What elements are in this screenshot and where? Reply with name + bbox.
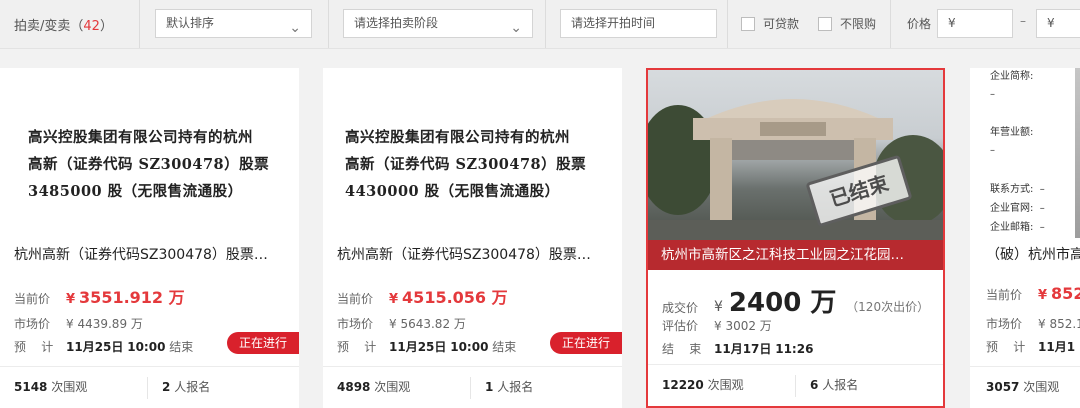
item-title[interactable]: 杭州高新（证券代码SZ300478）股票… — [337, 244, 609, 264]
divider — [727, 0, 728, 48]
signup-count: 6 人报名 — [810, 378, 859, 392]
current-price: ¥3551.912 万 — [66, 288, 185, 307]
status-badge: 正在进行 — [550, 332, 622, 354]
price-max-input[interactable]: ¥ — [1036, 9, 1080, 38]
chevron-down-icon: ⌄ — [510, 20, 522, 36]
ground — [648, 220, 943, 240]
document-text: 高兴控股集团有限公司持有的杭州 高新（证券代码 SZ300478）股票 3485… — [28, 129, 270, 200]
filter-bar: 拍卖/变卖（42） 默认排序 ⌄ 请选择拍卖阶段 ⌄ 请选择开拍时间 可贷款 不… — [0, 0, 1080, 49]
document-image[interactable]: 高兴控股集团有限公司持有的杭州 高新（证券代码 SZ300478）股票 4430… — [323, 68, 622, 238]
sort-select[interactable]: 默认排序 ⌄ — [155, 9, 312, 38]
auction-card[interactable]: 高兴控股集团有限公司持有的杭州 高新（证券代码 SZ300478）股票 4430… — [323, 68, 622, 408]
end-time-row: 预 计 11月25日 10:00 结束 — [14, 340, 194, 354]
market-price: ¥ 4439.89 万 — [66, 317, 143, 331]
chevron-down-icon: ⌄ — [289, 20, 301, 36]
market-price-row: 市场价 ¥ 5643.82 万 — [337, 317, 466, 331]
company-info-image[interactable]: 企业简称: – 年营业额: – 联系方式: – 企业官网: – 企业邮箱: – — [970, 68, 1080, 238]
market-price-row: 市场价 ¥ 852.1 — [986, 317, 1080, 331]
checkbox-box[interactable] — [818, 16, 832, 31]
bid-count: （120次出价） — [846, 300, 930, 314]
deal-price: ¥2400 万 — [714, 288, 837, 318]
divider — [139, 0, 140, 48]
gate-arch — [708, 99, 878, 118]
item-title[interactable]: 杭州高新（证券代码SZ300478）股票… — [14, 244, 286, 264]
divider — [328, 0, 329, 48]
end-time-row: 预 计 11月1 — [986, 340, 1076, 354]
property-photo — [1075, 68, 1080, 238]
item-title[interactable]: （破）杭州市高 — [986, 244, 1080, 264]
start-time-input[interactable]: 请选择开拍时间 — [560, 9, 717, 38]
price-min-input[interactable]: ¥ — [937, 9, 1013, 38]
document-image[interactable]: 高兴控股集团有限公司持有的杭州 高新（证券代码 SZ300478）股票 3485… — [0, 68, 299, 238]
auction-stage-select[interactable]: 请选择拍卖阶段 ⌄ — [343, 9, 533, 38]
divider — [470, 377, 471, 399]
appraised-price: ¥ 3002 万 — [714, 319, 772, 333]
view-count: 3057 次围观 — [986, 380, 1060, 394]
view-count: 12220 次围观 — [662, 378, 744, 392]
gate-sign — [760, 122, 826, 136]
auction-card[interactable]: 企业简称: – 年营业额: – 联系方式: – 企业官网: – 企业邮箱: – … — [970, 68, 1080, 408]
unlimited-purchase-checkbox[interactable]: 不限购 — [818, 15, 876, 32]
current-price-row: 当前价 ¥4515.056 万 — [337, 288, 508, 307]
gate-illustration — [648, 99, 943, 240]
gate-pillar — [710, 138, 732, 228]
divider — [890, 0, 891, 48]
market-price-row: 市场价 ¥ 4439.89 万 — [14, 317, 143, 331]
price-label: 价格 — [907, 17, 932, 31]
current-price: ¥852 — [1038, 284, 1080, 303]
auction-card-selected[interactable]: 已结束 杭州市高新区之江科技工业园之江花园… 成交价 ¥2400 万 （120次出… — [646, 68, 945, 408]
document-text: 高兴控股集团有限公司持有的杭州 高新（证券代码 SZ300478）股票 4430… — [345, 129, 587, 200]
loan-checkbox[interactable]: 可贷款 — [741, 15, 799, 32]
end-time-row: 预 计 11月25日 10:00 结束 — [337, 340, 517, 354]
auction-card[interactable]: 高兴控股集团有限公司持有的杭州 高新（证券代码 SZ300478）股票 3485… — [0, 68, 299, 408]
current-price: ¥4515.056 万 — [389, 288, 508, 307]
current-price-row: 当前价 ¥3551.912 万 — [14, 288, 185, 307]
view-count: 5148 次围观 — [14, 380, 88, 394]
signup-count: 2 人报名 — [162, 380, 211, 394]
item-title[interactable]: 杭州市高新区之江科技工业园之江花园… — [648, 240, 943, 270]
signup-count: 1 人报名 — [485, 380, 534, 394]
divider — [545, 0, 546, 48]
view-count: 4898 次围观 — [337, 380, 411, 394]
deal-price-row: 成交价 ¥2400 万 （120次出价） — [662, 288, 930, 318]
property-photo[interactable]: 已结束 — [648, 70, 943, 240]
card-footer: 5148 次围观 2 人报名 — [0, 366, 299, 408]
appraised-price-row: 评估价 ¥ 3002 万 — [662, 319, 772, 333]
gate-opening — [732, 140, 854, 160]
divider — [795, 375, 796, 397]
price-range-dash: – — [1020, 14, 1026, 28]
market-price: ¥ 5643.82 万 — [389, 317, 466, 331]
divider — [147, 377, 148, 399]
card-footer: 4898 次围观 1 人报名 — [323, 366, 622, 408]
end-time-row: 结 束 11月17日 11:26 — [662, 342, 814, 356]
status-badge: 正在进行 — [227, 332, 299, 354]
checkbox-box[interactable] — [741, 16, 755, 31]
card-footer: 12220 次围观 6 人报名 — [648, 364, 943, 406]
card-footer: 3057 次围观 — [970, 366, 1080, 408]
current-price-row: 当前价 ¥852 — [986, 284, 1080, 303]
auction-count: 42 — [83, 19, 100, 34]
auction-count-title: 拍卖/变卖（42） — [14, 19, 113, 34]
